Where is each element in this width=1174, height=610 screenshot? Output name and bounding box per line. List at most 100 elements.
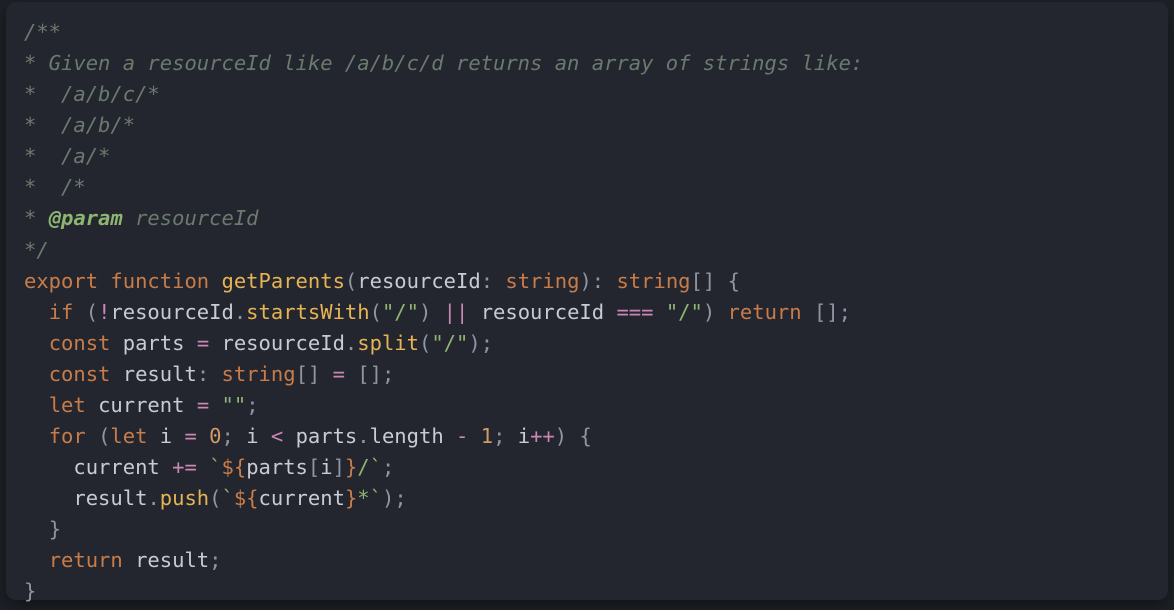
string: "/" bbox=[666, 300, 703, 324]
op-inc: ++ bbox=[530, 424, 555, 448]
lbrack: [ bbox=[691, 269, 703, 293]
indent bbox=[24, 455, 73, 479]
kw-const: const bbox=[49, 331, 111, 355]
space bbox=[209, 362, 221, 386]
colon: : bbox=[197, 362, 209, 386]
space bbox=[86, 424, 98, 448]
dot: . bbox=[234, 300, 246, 324]
dot: . bbox=[147, 486, 159, 510]
space bbox=[110, 331, 122, 355]
backtick: ` bbox=[222, 486, 234, 510]
op-seq: === bbox=[616, 300, 653, 324]
kw-let: let bbox=[110, 424, 147, 448]
rparen: ) bbox=[555, 424, 567, 448]
space bbox=[715, 269, 727, 293]
kw-const: const bbox=[49, 362, 111, 386]
space bbox=[283, 424, 295, 448]
space bbox=[345, 362, 357, 386]
id: i bbox=[160, 424, 172, 448]
space bbox=[604, 300, 616, 324]
kw-let: let bbox=[49, 393, 86, 417]
op-not: ! bbox=[98, 300, 110, 324]
id: result bbox=[73, 486, 147, 510]
indent bbox=[24, 331, 49, 355]
rbrack: ] bbox=[370, 362, 382, 386]
space bbox=[86, 393, 98, 417]
space bbox=[197, 455, 209, 479]
comment-line: * Given a resourceId like /a/b/c/d retur… bbox=[24, 51, 863, 75]
property: length bbox=[370, 424, 444, 448]
space bbox=[802, 300, 814, 324]
rbrace: } bbox=[24, 579, 36, 603]
kw-return: return bbox=[728, 300, 802, 324]
space bbox=[604, 269, 616, 293]
template-open: ${ bbox=[234, 486, 259, 510]
semi: ; bbox=[209, 548, 221, 572]
fn-name: getParents bbox=[222, 269, 345, 293]
op-eq: = bbox=[184, 424, 196, 448]
space bbox=[567, 424, 579, 448]
indent bbox=[24, 486, 73, 510]
space bbox=[110, 362, 122, 386]
jsdoc-param-name: resourceId bbox=[123, 206, 259, 230]
indent bbox=[24, 362, 49, 386]
lparen: ( bbox=[86, 300, 98, 324]
semi: ; bbox=[481, 331, 493, 355]
number: 1 bbox=[481, 424, 493, 448]
colon: : bbox=[592, 269, 604, 293]
space bbox=[468, 424, 480, 448]
lparen: ( bbox=[345, 269, 357, 293]
comment-line: * /a/* bbox=[24, 144, 110, 168]
method: split bbox=[357, 331, 419, 355]
rparen: ) bbox=[703, 300, 715, 324]
colon: : bbox=[481, 269, 493, 293]
kw-for: for bbox=[49, 424, 86, 448]
op-lt: < bbox=[271, 424, 283, 448]
space bbox=[172, 424, 184, 448]
id: i bbox=[518, 424, 530, 448]
template-open: ${ bbox=[222, 455, 247, 479]
kw-function: function bbox=[110, 269, 209, 293]
type-string: string bbox=[222, 362, 296, 386]
string-tail: /` bbox=[357, 455, 382, 479]
lbrace: { bbox=[728, 269, 740, 293]
op-peq: += bbox=[172, 455, 197, 479]
lbrack: [ bbox=[296, 362, 308, 386]
space bbox=[209, 393, 221, 417]
id: resourceId bbox=[222, 331, 345, 355]
id: resourceId bbox=[481, 300, 604, 324]
id: i bbox=[320, 455, 332, 479]
op-eq: = bbox=[333, 362, 345, 386]
id: current bbox=[98, 393, 184, 417]
code-block: /** * Given a resourceId like /a/b/c/d r… bbox=[6, 2, 1168, 600]
number: 0 bbox=[209, 424, 221, 448]
comment-line: * /a/b/c/* bbox=[24, 82, 160, 106]
op-or: || bbox=[444, 300, 469, 324]
rbrack: ] bbox=[333, 455, 345, 479]
string: "/" bbox=[431, 331, 468, 355]
id: parts bbox=[123, 331, 185, 355]
lbrack: [ bbox=[308, 455, 320, 479]
method: push bbox=[160, 486, 209, 510]
id: resourceId bbox=[110, 300, 233, 324]
semi: ; bbox=[382, 362, 394, 386]
rparen: ) bbox=[468, 331, 480, 355]
dot: . bbox=[357, 424, 369, 448]
rparen: ) bbox=[419, 300, 431, 324]
jsdoc-param-tag: @param bbox=[49, 206, 123, 230]
kw-return: return bbox=[49, 548, 123, 572]
backtick: ` bbox=[209, 455, 221, 479]
id: parts bbox=[246, 455, 308, 479]
op-eq: = bbox=[197, 393, 209, 417]
lbrack: [ bbox=[814, 300, 826, 324]
space bbox=[259, 424, 271, 448]
space bbox=[209, 331, 221, 355]
space bbox=[431, 300, 443, 324]
lbrack: [ bbox=[357, 362, 369, 386]
id: i bbox=[246, 424, 258, 448]
string-tail: *` bbox=[357, 486, 382, 510]
code-content: /** * Given a resourceId like /a/b/c/d r… bbox=[24, 20, 863, 603]
space bbox=[73, 300, 85, 324]
id: result bbox=[123, 362, 197, 386]
comment-line: * /* bbox=[24, 175, 86, 199]
